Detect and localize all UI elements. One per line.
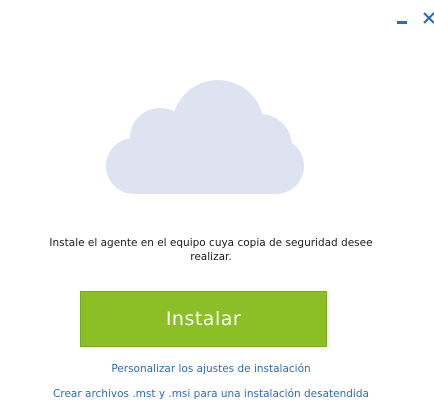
minimize-icon [397, 21, 407, 24]
install-button[interactable]: Instalar [80, 291, 327, 347]
close-icon [423, 12, 434, 24]
minimize-button[interactable] [394, 8, 412, 28]
install-message-line1: Instale el agente en el equipo cuya copi… [49, 237, 373, 249]
window-controls [394, 8, 434, 32]
customize-settings-link[interactable]: Personalizar los ajustes de instalación [0, 363, 422, 375]
install-message-line2: realizar. [190, 251, 232, 263]
install-message: Instale el agente en el equipo cuya copi… [0, 236, 422, 264]
cloud-icon [106, 80, 304, 194]
close-button[interactable] [420, 8, 434, 28]
create-mst-msi-link[interactable]: Crear archivos .mst y .msi para una inst… [0, 388, 422, 400]
cloud-illustration [98, 70, 313, 195]
